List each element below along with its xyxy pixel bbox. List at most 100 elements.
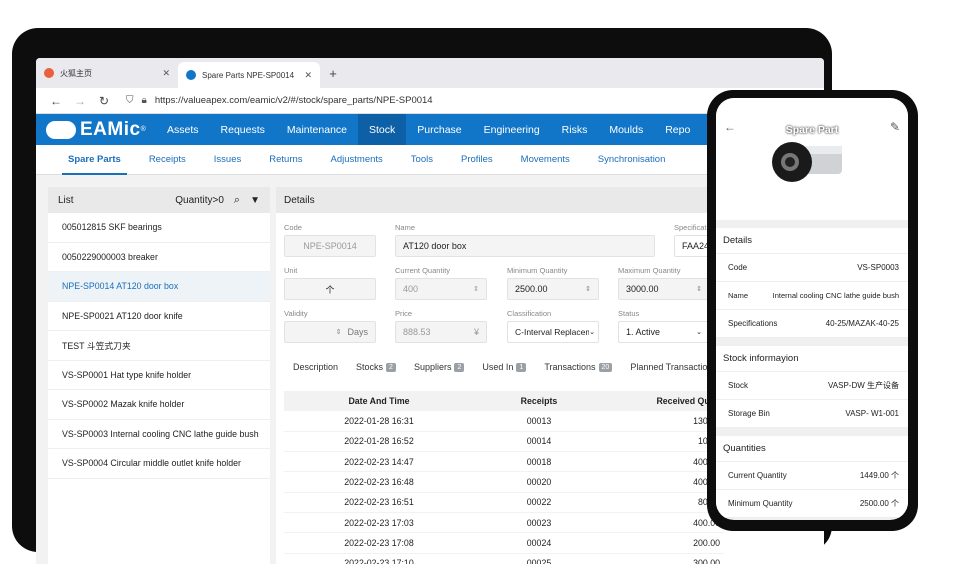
- tab-description[interactable]: Description: [284, 362, 347, 372]
- min-qty-field[interactable]: 2500.00 ⇕: [507, 278, 599, 300]
- address-field[interactable]: ⛉ 🔒︎ https://valueapex.com/eamic/v2/#/st…: [116, 91, 772, 111]
- price-label: Price: [395, 309, 413, 318]
- menu-risks[interactable]: Risks: [551, 114, 599, 145]
- table-row[interactable]: 2022-02-23 17:03 00023 400.00: [284, 512, 724, 534]
- subnav-issues[interactable]: Issues: [200, 145, 255, 175]
- detail-row: Name Internal cooling CNC lathe guide bus…: [716, 282, 908, 310]
- detail-row: Minimum Quantity 2500.00 个: [716, 490, 908, 518]
- table-row[interactable]: 2022-02-23 17:10 00025 300.00: [284, 553, 724, 564]
- row-value: 1449.00 个: [859, 471, 899, 480]
- name-field[interactable]: AT120 door box: [395, 235, 655, 257]
- list-item-selected[interactable]: NPE-SP0014 AT120 door box: [48, 272, 270, 302]
- table-row[interactable]: 2022-02-23 14:4700018400.00: [284, 451, 724, 473]
- list-item[interactable]: VS-SP0001 Hat type knife holder: [48, 361, 270, 390]
- date-cell: 2022-02-23 16:48: [284, 471, 474, 493]
- phone-hero: ← Spare Part ✎: [716, 98, 908, 220]
- table-row[interactable]: 2022-01-28 16:3100013130.00: [284, 411, 724, 432]
- subnav-synchronisation[interactable]: Synchronisation: [584, 145, 680, 175]
- row-label: Specifications: [728, 319, 778, 328]
- code-field-group: Code NPE-SP0014: [284, 223, 376, 257]
- list-item[interactable]: 0050229000003 breaker: [48, 243, 270, 272]
- menu-reports[interactable]: Repo: [654, 114, 701, 145]
- firefox-icon: [44, 68, 54, 78]
- tab-transactions[interactable]: Transactions 20: [535, 362, 621, 372]
- tab-suppliers[interactable]: Suppliers 2: [405, 362, 473, 372]
- search-icon[interactable]: ⌕: [234, 194, 240, 207]
- browser-window: 火狐主页 ✕ Spare Parts NPE-SP0014 ✕ + ← → ↻ …: [36, 58, 824, 564]
- table-header-row: Date And Time Receipts Received Quan: [284, 391, 724, 411]
- table-row[interactable]: 2022-01-28 16:520001410.00: [284, 431, 724, 453]
- shield-icon: ⛉: [126, 95, 134, 106]
- subnav-adjustments[interactable]: Adjustments: [317, 145, 397, 175]
- close-tab-icon[interactable]: ✕: [304, 70, 312, 81]
- menu-purchase[interactable]: Purchase: [406, 114, 472, 145]
- validity-field[interactable]: ⇕ Days: [284, 321, 376, 343]
- tab-used-in[interactable]: Used In 1: [473, 362, 535, 372]
- forward-icon[interactable]: →: [68, 94, 92, 108]
- max-qty-field[interactable]: 3000.00 ⇕: [618, 278, 710, 300]
- classification-field-group: Classification C-Interval Replacem ⌄: [507, 309, 599, 343]
- registered-mark: ®: [140, 126, 147, 133]
- browser-tab-spare-parts[interactable]: Spare Parts NPE-SP0014 ✕: [178, 62, 320, 88]
- status-select[interactable]: 1. Active ⌄: [618, 321, 710, 343]
- list-item[interactable]: VS-SP0004 Circular middle outlet knife h…: [48, 449, 270, 479]
- subnav-returns[interactable]: Returns: [255, 145, 316, 175]
- tab-label: Planned Transactio: [630, 362, 708, 372]
- current-qty-field[interactable]: 400 ⇕: [395, 278, 487, 300]
- menu-assets[interactable]: Assets: [156, 114, 210, 145]
- price-field[interactable]: 888.53 ¥: [395, 321, 487, 343]
- date-cell: 2022-02-23 17:03: [284, 512, 474, 534]
- subnav-tools[interactable]: Tools: [397, 145, 447, 175]
- row-value: VASP-DW 生产设备: [828, 381, 899, 390]
- subnav-receipts[interactable]: Receipts: [135, 145, 200, 175]
- unit-field[interactable]: 个: [284, 278, 376, 300]
- subnav-movements[interactable]: Movements: [507, 145, 584, 175]
- table-row[interactable]: 2022-02-23 16:510002280.00: [284, 492, 724, 513]
- list-item[interactable]: VS-SP0003 Internal cooling CNC lathe gui…: [48, 420, 270, 449]
- phone-quantities-section: Quantities Current Quantity 1449.00 个 Min…: [716, 436, 908, 518]
- tab-planned-transactions[interactable]: Planned Transactio: [621, 362, 716, 372]
- browser-tab-home[interactable]: 火狐主页 ✕: [36, 58, 178, 88]
- current-qty-label: Current Quantity: [395, 266, 451, 275]
- cloud-logo-icon: [46, 120, 76, 139]
- list-item[interactable]: 005012815 SKF bearings: [48, 213, 270, 243]
- stepper-icon[interactable]: ⇕: [336, 328, 342, 336]
- menu-maintenance[interactable]: Maintenance: [276, 114, 358, 145]
- column-header[interactable]: Date And Time: [284, 391, 474, 411]
- close-tab-icon[interactable]: ✕: [162, 68, 170, 79]
- stepper-icon[interactable]: ⇕: [696, 285, 702, 293]
- phone-stock-section: Stock informayion Stock VASP-DW 生产设备 Stor…: [716, 346, 908, 428]
- new-tab-button[interactable]: +: [320, 58, 346, 88]
- menu-requests[interactable]: Requests: [210, 114, 276, 145]
- eamic-logo[interactable]: EAMic ®: [36, 119, 156, 141]
- menu-moulds[interactable]: Moulds: [598, 114, 654, 145]
- min-qty-field-group: Minimum Quantity 2500.00 ⇕: [507, 266, 599, 300]
- tab-stocks[interactable]: Stocks 2: [347, 362, 405, 372]
- list-item[interactable]: NPE-SP0021 AT120 door knife: [48, 302, 270, 331]
- url-text: https://valueapex.com/eamic/v2/#/stock/s…: [154, 95, 433, 106]
- classification-select[interactable]: C-Interval Replacem ⌄: [507, 321, 599, 343]
- tab-label: Used In: [482, 362, 514, 372]
- filter-icon[interactable]: ▼: [250, 195, 260, 206]
- stepper-icon[interactable]: ⇕: [473, 285, 479, 293]
- spare-part-image: [772, 142, 842, 182]
- subnav-spare-parts[interactable]: Spare Parts: [54, 145, 135, 175]
- code-field[interactable]: NPE-SP0014: [284, 235, 376, 257]
- menu-stock[interactable]: Stock: [358, 114, 407, 145]
- subnav-profiles[interactable]: Profiles: [447, 145, 507, 175]
- edit-icon[interactable]: ✎: [890, 120, 900, 134]
- validity-field-group: Validity ⇕ Days: [284, 309, 376, 343]
- menu-engineering[interactable]: Engineering: [473, 114, 551, 145]
- table-row[interactable]: 2022-02-23 17:08 00024 200.00: [284, 532, 724, 554]
- price-value: 888.53: [403, 327, 431, 337]
- reload-icon[interactable]: ↻: [92, 94, 116, 108]
- column-header[interactable]: Received Quan: [604, 391, 724, 411]
- list-item[interactable]: TEST 斗笠式刀夹: [48, 331, 270, 361]
- back-icon[interactable]: ←: [44, 94, 68, 108]
- stepper-icon[interactable]: ⇕: [585, 285, 591, 293]
- column-header[interactable]: Receipts: [474, 391, 604, 411]
- table-row[interactable]: 2022-02-23 16:4800020400.00: [284, 471, 724, 493]
- list-item[interactable]: VS-SP0002 Mazak knife holder: [48, 390, 270, 420]
- tab-label: Stocks: [356, 362, 384, 372]
- row-value: 2500.00 个: [859, 499, 899, 508]
